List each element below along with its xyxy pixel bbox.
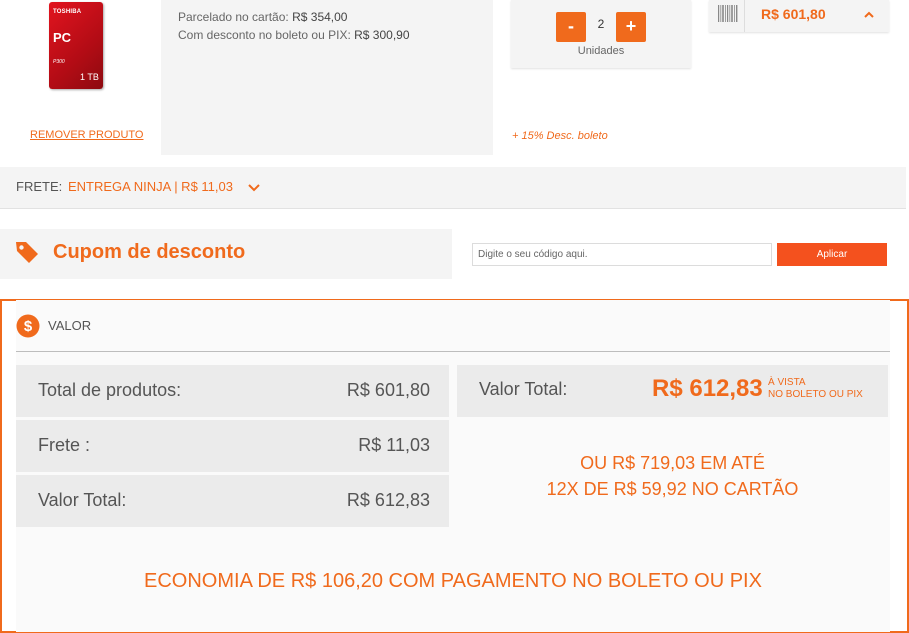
product-brand: TOSHIBA bbox=[53, 9, 82, 15]
installment-price: Parcelado no cartão: R$ 354,00 bbox=[178, 10, 347, 24]
summary-row: Frete : R$ 11,03 bbox=[16, 420, 449, 472]
coupon-title: Cupom de desconto bbox=[53, 241, 246, 263]
savings-text: ECONOMIA DE R$ 106,20 COM PAGAMENTO NO B… bbox=[144, 570, 762, 592]
dollar-icon: $ bbox=[16, 314, 40, 338]
installment-summary-line2: 12X DE R$ 59,92 NO CARTÃO bbox=[546, 479, 799, 499]
shipping-label: FRETE: bbox=[16, 179, 63, 194]
shipping-bar[interactable]: FRETE: ENTREGA NINJA | R$ 11,03 bbox=[0, 167, 906, 209]
quantity-stepper: - 2 + Unidades bbox=[511, 0, 691, 68]
quantity-value: 2 bbox=[597, 17, 605, 31]
summary-row: Total de produtos: R$ 601,80 bbox=[16, 365, 449, 417]
barcode-icon bbox=[718, 5, 738, 22]
installment-label: Parcelado no cartão: bbox=[178, 10, 289, 24]
grand-total-amount: R$ 612,83 bbox=[652, 375, 763, 402]
increase-quantity-button[interactable]: + bbox=[616, 12, 646, 42]
remove-product-link[interactable]: REMOVER PRODUTO bbox=[30, 129, 143, 141]
installment-value: R$ 354,00 bbox=[292, 10, 348, 24]
product-total-cell: R$ 601,80 bbox=[709, 0, 889, 32]
installment-summary-line1: OU R$ 719,03 EM ATÉ bbox=[580, 453, 765, 473]
summary-row-amount: R$ 11,03 bbox=[358, 435, 430, 455]
grand-total-label: Valor Total: bbox=[479, 379, 568, 399]
divider bbox=[744, 0, 745, 32]
quantity-label: Unidades bbox=[577, 45, 625, 57]
chevron-down-icon[interactable] bbox=[247, 181, 261, 195]
grand-total-note-line2: NO BOLETO OU PIX bbox=[768, 389, 863, 400]
product-line: PC bbox=[53, 30, 72, 45]
shipping-value: ENTREGA NINJA | R$ 11,03 bbox=[68, 179, 233, 194]
summary-row-amount: R$ 601,80 bbox=[346, 380, 430, 400]
discount-price: Com desconto no boleto ou PIX: R$ 300,90 bbox=[178, 28, 410, 42]
product-image: TOSHIBA PC P300 1 TB bbox=[49, 2, 103, 89]
decrease-quantity-button[interactable]: - bbox=[556, 12, 586, 42]
chevron-up-icon[interactable] bbox=[863, 9, 875, 21]
apply-coupon-button[interactable]: Aplicar bbox=[777, 243, 887, 266]
summary-row: Valor Total: R$ 612,83 bbox=[16, 475, 449, 527]
boleto-discount-note: + 15% Desc. boleto bbox=[512, 130, 608, 142]
summary-row-label: Total de produtos: bbox=[38, 380, 182, 400]
coupon-section: Cupom de desconto bbox=[0, 229, 452, 279]
summary-row-label: Valor Total: bbox=[38, 490, 127, 510]
installment-summary: OU R$ 719,03 EM ATÉ 12X DE R$ 59,92 NO C… bbox=[457, 450, 888, 502]
product-model: P300 bbox=[53, 59, 65, 65]
product-capacity: 1 TB bbox=[80, 72, 99, 82]
coupon-code-input[interactable] bbox=[472, 243, 772, 266]
summary-row-label: Frete : bbox=[38, 435, 91, 455]
grand-total-note-line1: À VISTA bbox=[768, 377, 806, 388]
divider bbox=[16, 351, 890, 352]
product-price-cell: Parcelado no cartão: R$ 354,00 Com desco… bbox=[161, 0, 493, 155]
discount-value: R$ 300,90 bbox=[354, 28, 410, 42]
summary-row-amount: R$ 612,83 bbox=[346, 490, 430, 510]
discount-label: Com desconto no boleto ou PIX: bbox=[178, 28, 351, 42]
grand-total-note: À VISTA NO BOLETO OU PIX bbox=[768, 377, 863, 401]
product-total-price: R$ 601,80 bbox=[761, 6, 826, 22]
product-image-cell: TOSHIBA PC P300 1 TB REMOVER PRODUTO bbox=[0, 0, 160, 155]
summary-title: VALOR bbox=[48, 318, 92, 333]
grand-total-box: Valor Total: R$ 612,83 À VISTA NO BOLETO… bbox=[457, 365, 888, 417]
svg-text:$: $ bbox=[24, 318, 33, 335]
tag-icon bbox=[16, 242, 38, 263]
